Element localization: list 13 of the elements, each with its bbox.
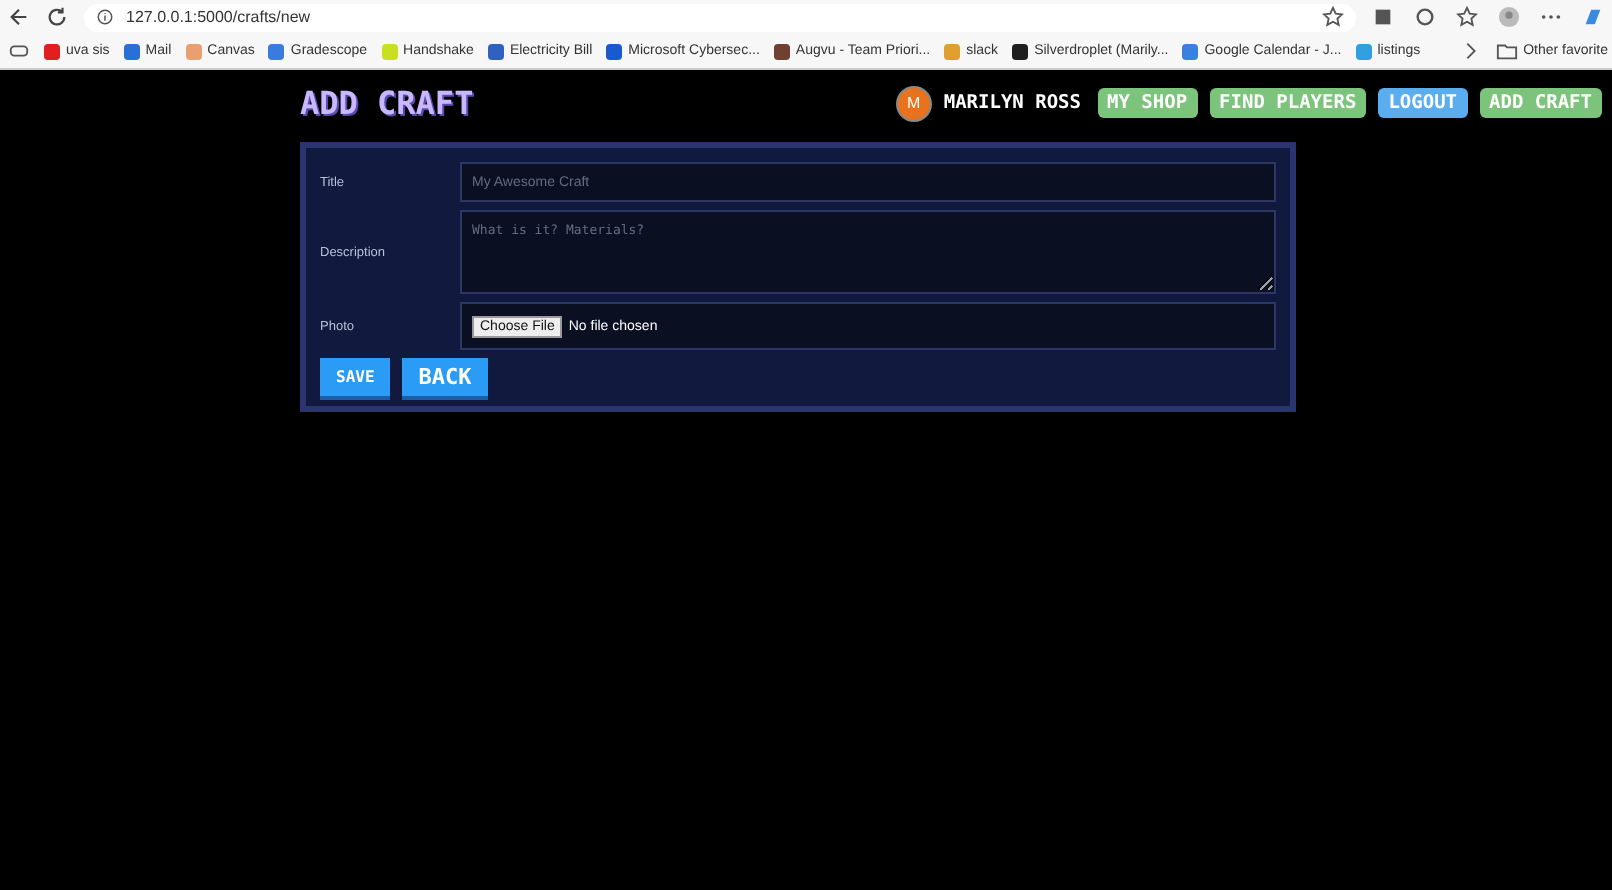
user-avatar: M (895, 85, 932, 121)
url-text: 127.0.0.1:5000/crafts/new (126, 8, 313, 26)
tab-actions-icon[interactable] (8, 40, 30, 62)
profile-icon[interactable] (1498, 6, 1520, 28)
folder-icon (1495, 40, 1518, 62)
back-arrow-icon[interactable] (8, 6, 30, 28)
user-name: MARILYN ROSS (943, 92, 1081, 114)
favorites-icon[interactable] (1456, 6, 1478, 28)
address-bar[interactable]: 127.0.0.1:5000/crafts/new (84, 3, 1356, 31)
star-icon[interactable] (1322, 6, 1344, 28)
info-icon (96, 8, 114, 26)
reload-icon[interactable] (46, 6, 68, 28)
page-title: ADD CRAFT (300, 84, 474, 122)
